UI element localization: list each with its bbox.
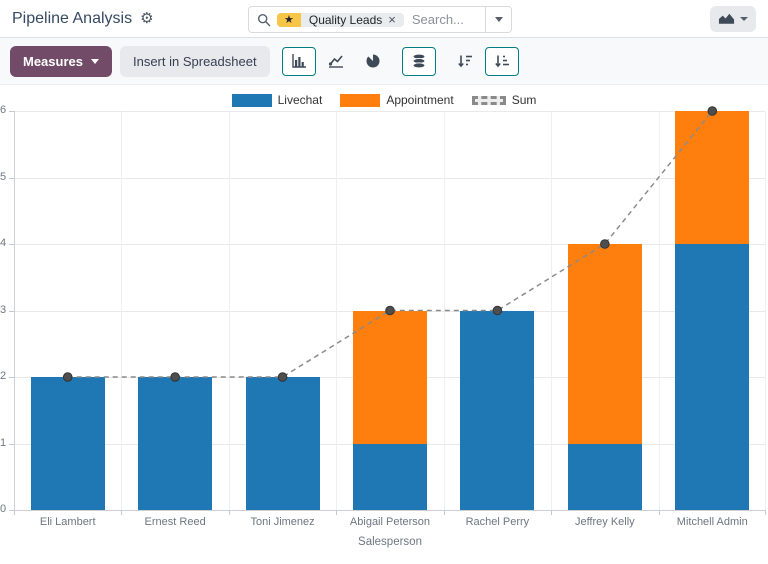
y-axis-label: 3 [0, 304, 12, 316]
gridline-vertical [765, 111, 766, 510]
facet-label: Quality Leads [309, 13, 382, 27]
bar-chart-button[interactable] [282, 47, 316, 76]
pie-chart-icon [365, 53, 381, 69]
sort-descending-icon [457, 53, 473, 69]
y-axis-label: 2 [0, 370, 12, 382]
search-input[interactable] [404, 12, 485, 27]
legend-label: Sum [512, 93, 537, 107]
sort-descending-button[interactable] [448, 47, 482, 76]
plot-area: 0123456 [14, 111, 766, 510]
x-axis-label: Abigail Peterson [336, 516, 443, 528]
y-axis-label: 4 [0, 237, 12, 249]
chevron-down-icon [495, 17, 503, 22]
sort-group [448, 47, 519, 76]
gridline-vertical [14, 111, 15, 510]
legend-label: Livechat [278, 93, 323, 107]
stacked-icon [411, 53, 427, 69]
gridline-vertical [121, 111, 122, 510]
insert-in-spreadsheet-button[interactable]: Insert in Spreadsheet [120, 46, 270, 77]
measures-button[interactable]: Measures [10, 46, 112, 77]
gridline-vertical [444, 111, 445, 510]
measures-label: Measures [23, 54, 83, 69]
x-axis-tick [551, 510, 552, 515]
bar-segment-livechat[interactable] [246, 377, 320, 510]
x-axis-title: Salesperson [14, 536, 766, 548]
bar-segment-livechat[interactable] [568, 444, 642, 511]
legend-swatch-sum [472, 96, 506, 105]
x-axis-tick [659, 510, 660, 515]
stacked-group [402, 47, 436, 76]
x-axis-label: Eli Lambert [14, 516, 121, 528]
stacked-toggle-button[interactable] [402, 47, 436, 76]
breadcrumb: Pipeline Analysis ⚙ [12, 10, 154, 28]
bar-chart-icon [291, 53, 307, 69]
bar-segment-appointment[interactable] [353, 311, 427, 444]
page-title: Pipeline Analysis [12, 10, 132, 28]
line-chart-icon [328, 53, 344, 69]
search-bar[interactable]: ★ Quality Leads × [248, 6, 512, 33]
bar-segment-livechat[interactable] [675, 244, 749, 510]
area-chart-icon [718, 12, 735, 25]
chart-legend: Livechat Appointment Sum [0, 89, 768, 111]
x-axis-labels: Eli LambertErnest ReedToni JimenezAbigai… [14, 516, 766, 528]
view-switcher [710, 6, 756, 32]
close-icon[interactable]: × [388, 13, 396, 26]
x-axis-label: Toni Jimenez [229, 516, 336, 528]
x-axis-tick [14, 510, 15, 515]
x-axis-label: Jeffrey Kelly [551, 516, 658, 528]
gridline-horizontal [14, 178, 766, 179]
gridline-vertical [551, 111, 552, 510]
y-axis-label: 1 [0, 437, 12, 449]
gear-icon[interactable]: ⚙ [140, 11, 153, 26]
gridline-horizontal [14, 244, 766, 245]
gridline-vertical [229, 111, 230, 510]
x-axis-tick [444, 510, 445, 515]
search-dropdown-toggle[interactable] [485, 7, 511, 32]
gridline-vertical [659, 111, 660, 510]
bar-segment-livechat[interactable] [460, 311, 534, 511]
legend-item-livechat[interactable]: Livechat [232, 93, 323, 107]
x-axis-label: Mitchell Admin [659, 516, 766, 528]
legend-swatch-appointment [340, 94, 380, 107]
legend-item-appointment[interactable]: Appointment [340, 93, 453, 107]
x-axis-label: Ernest Reed [121, 516, 228, 528]
gridline-horizontal [14, 111, 766, 112]
legend-label: Appointment [386, 93, 453, 107]
y-axis-label: 5 [0, 171, 12, 183]
sort-ascending-button[interactable] [485, 47, 519, 76]
sort-ascending-icon [494, 53, 510, 69]
legend-item-sum[interactable]: Sum [472, 93, 537, 107]
control-panel-header: Pipeline Analysis ⚙ ★ Quality Leads × [0, 0, 768, 38]
graph-view-button[interactable] [710, 6, 756, 32]
bar-segment-appointment[interactable] [568, 244, 642, 444]
star-icon: ★ [277, 13, 301, 27]
graph-toolbar: Measures Insert in Spreadsheet [0, 38, 768, 85]
gridline-vertical [336, 111, 337, 510]
legend-swatch-livechat [232, 94, 272, 107]
chart-section: Livechat Appointment Sum 0123456 Eli Lam… [0, 85, 768, 548]
chevron-down-icon [91, 59, 99, 64]
bar-segment-livechat[interactable] [31, 377, 105, 510]
chevron-down-icon [740, 17, 748, 21]
chart-canvas: 0123456 [0, 111, 768, 510]
pie-chart-button[interactable] [356, 47, 390, 76]
y-axis-label: 6 [0, 104, 12, 116]
x-axis-tick [121, 510, 122, 515]
gridline-horizontal [14, 510, 766, 511]
bar-segment-livechat[interactable] [138, 377, 212, 510]
chart-type-group [282, 47, 390, 76]
bar-segment-livechat[interactable] [353, 444, 427, 511]
x-axis-tick [229, 510, 230, 515]
filter-facet-quality-leads[interactable]: ★ Quality Leads × [277, 13, 404, 27]
line-chart-button[interactable] [319, 47, 353, 76]
search-icon [249, 13, 277, 27]
bar-segment-appointment[interactable] [675, 111, 749, 244]
x-axis-label: Rachel Perry [444, 516, 551, 528]
x-axis-tick [336, 510, 337, 515]
y-axis-label: 0 [0, 503, 12, 515]
x-axis-tick [765, 510, 766, 515]
